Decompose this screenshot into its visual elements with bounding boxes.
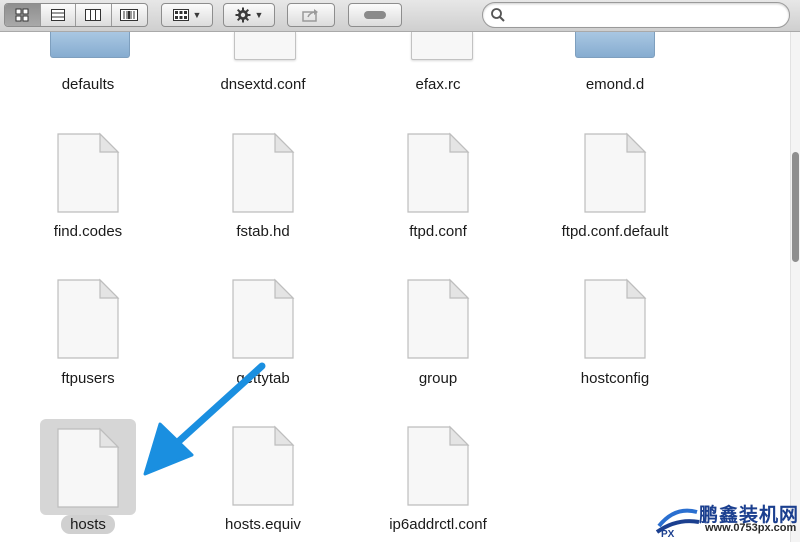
coverflow-icon [120,9,139,21]
document-icon [57,132,120,213]
file-name-label: defaults [61,76,115,93]
view-mode-segmented-control [4,3,148,27]
file-name-label: ftpd.conf.default [561,223,669,240]
action-button[interactable]: ▼ [223,3,275,27]
file-name-label: hostconfig [580,370,650,387]
file-item-defaults[interactable]: defaults [8,32,168,102]
file-icon-frame [215,124,311,220]
document-icon [584,132,647,213]
file-item-hostconfig[interactable]: hostconfig [535,270,695,400]
watermark-url: www.0753px.com [705,522,797,534]
file-icon-frame-selected [40,419,136,515]
coverflow-view-button[interactable] [112,4,147,26]
file-icon-frame [215,270,311,366]
list-view-button[interactable] [41,4,76,26]
columns-icon [85,9,102,21]
document-icon [234,32,296,60]
file-item-emond-d[interactable]: emond.d [535,32,695,102]
folder-icon [575,32,655,58]
file-name-label: dnsextd.conf [220,76,306,93]
document-icon [232,278,295,359]
file-name-label: hosts.equiv [225,516,301,533]
document-icon [411,32,473,60]
file-item-hosts-equiv[interactable]: hosts.equiv [183,417,343,542]
document-icon [232,425,295,506]
file-item-ftpusers[interactable]: ftpusers [8,270,168,400]
tag-pill-icon [364,11,386,19]
arrange-grid-icon [172,9,189,21]
scrollbar-thumb[interactable] [792,152,799,262]
file-icon-frame [40,270,136,366]
share-icon [302,9,318,22]
search-input[interactable] [511,6,785,26]
file-name-label: gettytab [236,370,290,387]
file-name-label: fstab.hd [236,223,290,240]
file-icon-frame [567,124,663,220]
list-icon [50,9,65,21]
file-name-label: ftpusers [61,370,115,387]
document-icon [407,425,470,506]
file-icon-frame [390,124,486,220]
file-icon-grid: defaults dnsextd.conf efax.rc emond.d fi… [0,32,790,542]
tags-button[interactable] [348,3,402,27]
file-icon-frame [390,417,486,513]
file-item-dnsextd-conf[interactable]: dnsextd.conf [183,32,343,102]
file-name-label: ftpd.conf [409,223,467,240]
column-view-button[interactable] [76,4,112,26]
icon-view-button[interactable] [5,4,41,26]
folder-icon [50,32,130,58]
svg-text:PX: PX [661,529,675,538]
file-name-label: emond.d [585,76,645,93]
file-item-hosts[interactable]: hosts [8,417,168,542]
file-name-label: hosts [8,515,168,534]
document-icon [407,278,470,359]
file-item-group[interactable]: group [358,270,518,400]
file-icon-frame [215,417,311,513]
file-item-ftpd-conf[interactable]: ftpd.conf [358,124,518,254]
file-icon-frame [390,270,486,366]
file-item-efax-rc[interactable]: efax.rc [358,32,518,102]
file-name-label: efax.rc [415,76,461,93]
file-icon-frame [567,270,663,366]
share-button[interactable] [287,3,335,27]
file-name-label: find.codes [53,223,123,240]
file-item-find-codes[interactable]: find.codes [8,124,168,254]
document-icon [57,278,120,359]
vertical-scrollbar[interactable] [790,32,800,542]
document-icon [407,132,470,213]
file-icon-frame [40,124,136,220]
file-name-label: group [418,370,458,387]
file-name-label: ip6addrctl.conf [389,516,487,533]
document-icon [57,427,120,508]
watermark-logo-icon: PX [655,508,700,538]
file-item-fstab-hd[interactable]: fstab.hd [183,124,343,254]
grid-icon [15,8,29,22]
chevron-down-icon: ▼ [192,10,202,20]
finder-toolbar: ▼ ▼ [0,0,800,32]
watermark: PX 鹏鑫装机网 www.0753px.com [655,498,800,542]
gear-icon [235,7,251,23]
document-icon [584,278,647,359]
search-field[interactable] [482,2,790,28]
chevron-down-icon: ▼ [254,10,264,20]
file-item-ftpd-conf-default[interactable]: ftpd.conf.default [535,124,695,254]
file-item-ip6addrctl-conf[interactable]: ip6addrctl.conf [358,417,518,542]
arrange-button[interactable]: ▼ [161,3,213,27]
file-item-gettytab[interactable]: gettytab [183,270,343,400]
document-icon [232,132,295,213]
search-icon [491,8,505,22]
